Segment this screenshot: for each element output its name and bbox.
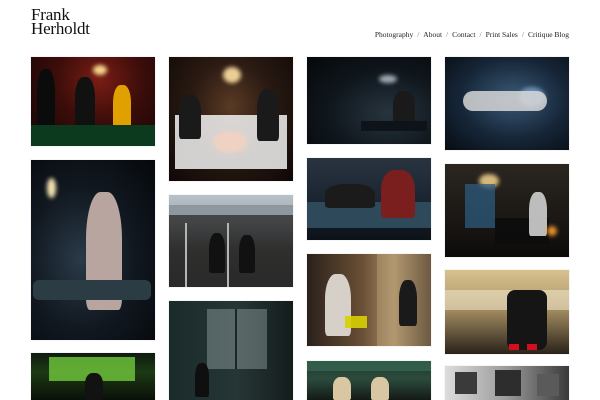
- gallery-photo-group[interactable]: [307, 361, 431, 400]
- gallery-photo-dinner-party[interactable]: [169, 57, 293, 181]
- gallery-photo-kitchen[interactable]: [307, 254, 431, 346]
- nav-link-contact[interactable]: Contact: [452, 30, 475, 39]
- gallery-photo-exterior-window[interactable]: [169, 301, 293, 400]
- nav-separator: /: [417, 30, 420, 39]
- gallery-photo-desk-lamp[interactable]: [307, 57, 431, 144]
- nav-link-critique-blog[interactable]: Critique Blog: [528, 30, 569, 39]
- nav-link-about[interactable]: About: [423, 30, 442, 39]
- site-logo[interactable]: Frank Herholdt: [31, 6, 90, 38]
- nav-separator: /: [479, 30, 482, 39]
- nav-separator: /: [521, 30, 524, 39]
- gallery-photo-monochrome[interactable]: [445, 366, 569, 400]
- logo-line-2: Herholdt: [31, 19, 90, 38]
- nav-link-print-sales[interactable]: Print Sales: [486, 30, 518, 39]
- nav-link-photography[interactable]: Photography: [375, 30, 413, 39]
- main-nav: Photography / About / Contact / Print Sa…: [375, 30, 569, 39]
- gallery-photo-legs-red-shoes[interactable]: [445, 270, 569, 354]
- gallery-photo-woman-ironing[interactable]: [31, 160, 155, 340]
- gallery-photo-sofa[interactable]: [307, 158, 431, 240]
- gallery-photo-reclining-woman[interactable]: [445, 57, 569, 150]
- gallery-photo-card-table[interactable]: [31, 57, 155, 146]
- gallery-photo-hotel-room[interactable]: [445, 164, 569, 257]
- nav-separator: /: [446, 30, 449, 39]
- gallery-photo-window-room[interactable]: [169, 195, 293, 287]
- gallery-photo-green-room[interactable]: [31, 353, 155, 400]
